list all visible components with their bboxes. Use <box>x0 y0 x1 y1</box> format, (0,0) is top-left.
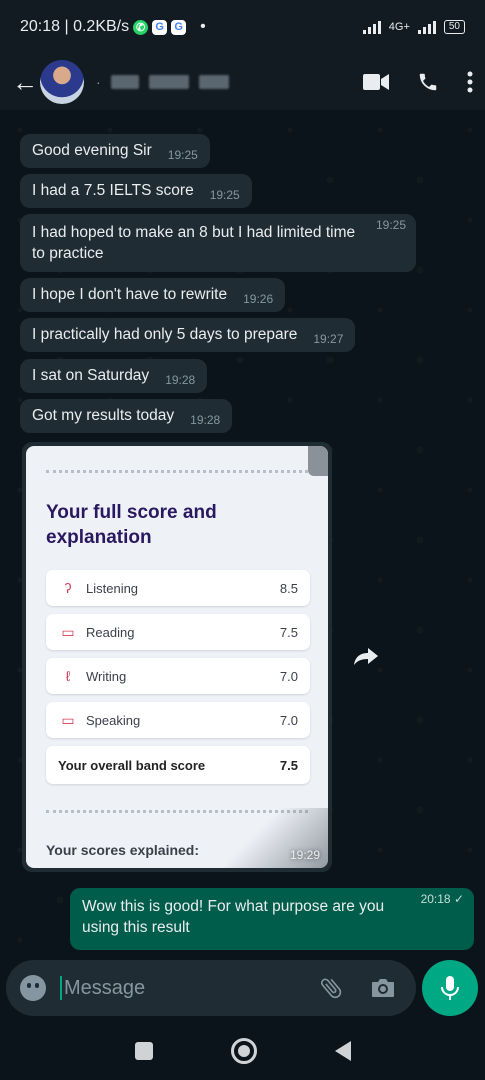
message-text: Wow this is good! For what purpose are y… <box>82 898 385 936</box>
score-row-writing: ℓ Writing 7.0 <box>46 658 310 694</box>
scores-explained-heading: Your scores explained: <box>46 842 200 858</box>
message-input-box[interactable]: Message <box>6 960 416 1016</box>
message-bubble[interactable]: I hope I don't have to rewrite 19:26 <box>20 278 286 312</box>
attach-icon[interactable] <box>318 975 344 1001</box>
score-row-overall: Your overall band score 7.5 <box>46 746 310 784</box>
redacted-block <box>110 75 139 89</box>
outgoing-message-bubble[interactable]: Wow this is good! For what purpose are y… <box>70 888 474 950</box>
mic-icon <box>441 976 459 1000</box>
message-bubble[interactable]: I had a 7.5 IELTS score 19:25 <box>20 174 252 208</box>
message-bubble[interactable]: Good evening Sir 19:25 <box>20 134 210 168</box>
more-vert-icon[interactable] <box>467 71 473 93</box>
chat-area[interactable]: Good evening Sir 19:25 I had a 7.5 IELTS … <box>0 110 485 960</box>
overall-label: Your overall band score <box>58 757 206 773</box>
message-time: 20:18 ✓ <box>420 892 464 906</box>
dotted-divider <box>46 470 308 473</box>
ear-icon: ʔ <box>64 580 72 596</box>
redacted-block <box>148 75 189 89</box>
message-time: 19:28 <box>190 413 221 427</box>
message-text: I practically had only 5 days to prepare <box>32 326 298 343</box>
contact-avatar[interactable] <box>40 60 84 104</box>
signal-icon-2 <box>417 20 436 34</box>
android-nav-bar <box>0 1022 485 1080</box>
chat-header: ← · <box>0 54 485 110</box>
image-message[interactable]: Your full score and explanation ʔ Listen… <box>22 442 332 872</box>
score-label: Speaking <box>86 712 141 728</box>
score-label: Writing <box>86 668 127 684</box>
mic-button[interactable] <box>422 960 478 1016</box>
message-text: I had hoped to make an 8 but I had limit… <box>32 224 356 262</box>
separator-dot: · <box>96 74 101 90</box>
whatsapp-notification-icon: ✆ <box>133 19 149 35</box>
phone-icon[interactable] <box>417 71 439 93</box>
overall-score: 7.5 <box>279 757 298 773</box>
battery-icon: 50 <box>443 20 465 34</box>
score-value: 7.5 <box>279 624 298 640</box>
message-time: 19:29 <box>289 848 320 862</box>
google-notification-icon: G <box>152 19 168 35</box>
score-value: 7.0 <box>279 712 298 728</box>
message-bubble[interactable]: I sat on Saturday 19:28 <box>20 359 208 393</box>
text-cursor <box>60 976 62 1000</box>
back-icon[interactable] <box>334 1041 351 1061</box>
message-bubble[interactable]: I had hoped to make an 8 but I had limit… <box>20 214 416 272</box>
dot-icon: • <box>200 18 206 35</box>
recents-icon[interactable] <box>134 1042 153 1060</box>
back-arrow-icon[interactable]: ← <box>12 67 38 98</box>
message-text: I hope I don't have to rewrite <box>32 286 228 303</box>
message-time: 19:25 <box>209 188 240 202</box>
message-time: 19:27 <box>313 332 344 346</box>
speech-bubble-icon: ▭ <box>61 711 75 728</box>
home-icon[interactable] <box>230 1038 257 1064</box>
forward-icon[interactable] <box>352 642 380 670</box>
message-time: 19:25 <box>375 218 406 232</box>
message-input[interactable]: Message <box>64 977 145 1000</box>
message-text: I sat on Saturday <box>32 367 150 384</box>
message-text: I had a 7.5 IELTS score <box>32 182 194 199</box>
emoji-icon[interactable] <box>20 975 46 1001</box>
signal-icon <box>362 20 381 34</box>
message-time: 19:26 <box>243 292 274 306</box>
score-label: Reading <box>86 624 135 640</box>
pen-icon: ℓ <box>65 668 71 684</box>
score-row-speaking: ▭ Speaking 7.0 <box>46 702 310 738</box>
book-icon: ▭ <box>61 623 75 640</box>
score-row-reading: ▭ Reading 7.5 <box>46 614 310 650</box>
contact-name-redacted[interactable]: · <box>96 74 229 90</box>
redacted-block <box>198 75 229 89</box>
score-screenshot-image[interactable]: Your full score and explanation ʔ Listen… <box>26 446 328 868</box>
message-bubble[interactable]: I practically had only 5 days to prepare… <box>20 318 356 352</box>
message-bubble[interactable]: Got my results today 19:28 <box>20 399 233 433</box>
card-title: Your full score and explanation <box>46 502 217 548</box>
score-label: Listening <box>86 580 139 596</box>
message-time: 19:25 <box>167 148 198 162</box>
video-call-icon[interactable] <box>363 73 389 91</box>
status-bar: 20:18 | 0.2KB/s ✆ G G • 4G+ 50 <box>0 0 485 54</box>
composer-bar: Message <box>0 958 485 1022</box>
message-time: 19:28 <box>165 373 196 387</box>
status-time: 20:18 | 0.2KB/s <box>20 18 130 35</box>
page-fold <box>308 446 328 476</box>
message-text: Good evening Sir <box>32 142 152 159</box>
google-notification-icon-2: G <box>171 19 187 35</box>
message-text: Got my results today <box>32 407 175 424</box>
network-type: 4G+ <box>388 21 410 33</box>
score-value: 7.0 <box>279 668 298 684</box>
score-row-listening: ʔ Listening 8.5 <box>46 570 310 606</box>
score-value: 8.5 <box>279 580 298 596</box>
camera-icon[interactable] <box>370 976 396 1000</box>
